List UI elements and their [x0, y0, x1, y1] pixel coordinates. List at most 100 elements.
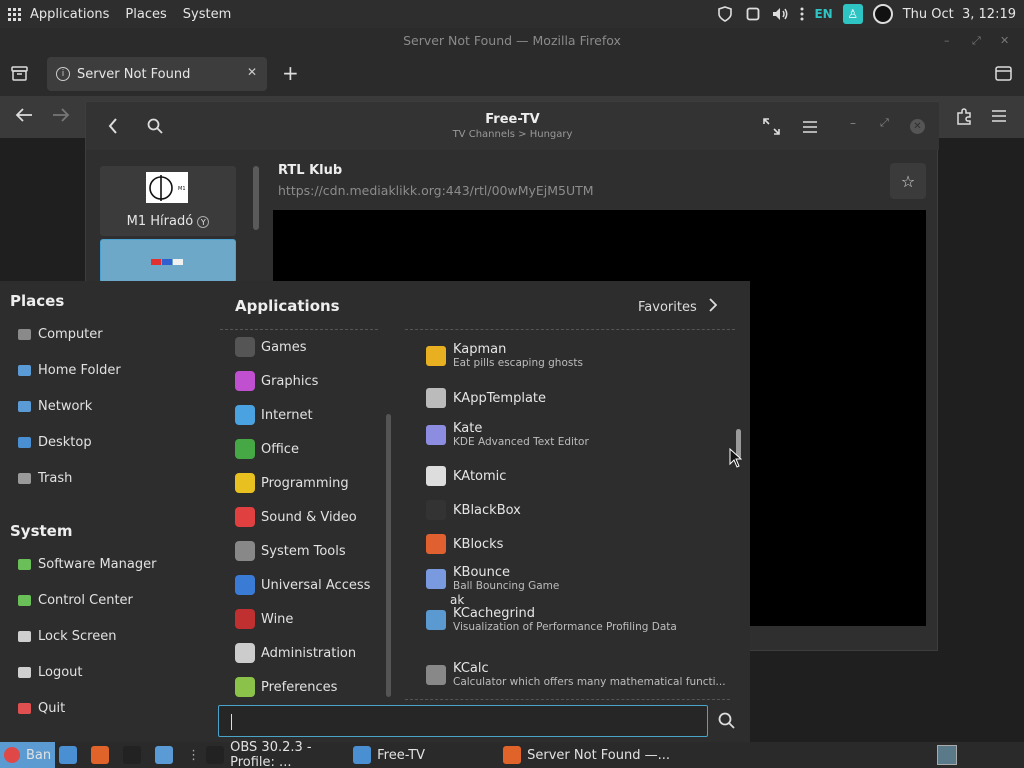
applications-menu[interactable]: Applications: [0, 0, 117, 28]
divider: [405, 699, 730, 700]
accessibility-person-icon[interactable]: ♙: [842, 4, 863, 24]
app-name: KBlocks: [453, 536, 504, 552]
category-sound-video[interactable]: Sound & Video: [235, 505, 357, 529]
category-label: Graphics: [261, 373, 319, 389]
system-heading: System: [10, 522, 73, 540]
app-kbounce[interactable]: KBounce Ball Bouncing Game: [426, 565, 559, 593]
taskbar-show-desktop[interactable]: [55, 742, 87, 768]
app-kblackbox[interactable]: KBlackBox: [426, 500, 521, 520]
taskbar-label: OBS 30.2.3 - Profile: ...: [230, 740, 312, 768]
workspace-switcher-icon[interactable]: [937, 745, 957, 765]
tab-server-not-found[interactable]: i Server Not Found ✕: [47, 57, 267, 91]
taskbar-label: Ban: [26, 747, 52, 763]
obs-tray-icon[interactable]: [872, 4, 893, 24]
shield-icon[interactable]: [716, 5, 734, 23]
clock[interactable]: Thu Oct 3, 12:19: [903, 7, 1016, 22]
more-vertical-icon[interactable]: [800, 5, 804, 23]
app-kate[interactable]: Kate KDE Advanced Text Editor: [426, 421, 589, 449]
window-icon[interactable]: [744, 5, 762, 23]
kapman-icon: [426, 346, 446, 366]
channel-list-scrollbar[interactable]: [253, 166, 259, 230]
close-icon[interactable]: ✕: [1000, 28, 1009, 54]
place-network[interactable]: Network: [18, 395, 92, 417]
quit-icon: [18, 702, 31, 714]
system-software-manager[interactable]: Software Manager: [18, 553, 156, 575]
system-quit[interactable]: Quit: [18, 697, 65, 719]
list-all-tabs-icon[interactable]: [995, 66, 1012, 85]
volume-icon[interactable]: [772, 5, 790, 23]
channel-card-m1[interactable]: M1 M1 Híradó Y: [100, 166, 236, 236]
taskbar-ban[interactable]: Ban: [0, 742, 56, 768]
category-scrollbar[interactable]: [386, 414, 391, 697]
fullscreen-icon[interactable]: [763, 118, 780, 139]
app-kcalc[interactable]: KCalc Calculator which offers many mathem…: [426, 661, 726, 689]
app-kapptemplate[interactable]: KAppTemplate: [426, 388, 546, 408]
taskbar-files[interactable]: [151, 742, 183, 768]
app-kapman[interactable]: Kapman Eat pills escaping ghosts: [426, 342, 583, 370]
taskbar-terminal[interactable]: [119, 742, 151, 768]
hamburger-menu-icon[interactable]: [992, 110, 1006, 126]
category-graphics[interactable]: Graphics: [235, 369, 318, 393]
taskbar-firefox[interactable]: Server Not Found —...: [499, 742, 719, 768]
item-label: Network: [38, 398, 93, 414]
obs-icon: [206, 746, 225, 764]
divider: [405, 329, 735, 330]
freetv-minimize-icon[interactable]: –: [850, 116, 856, 130]
taskbar-ubuntu-software[interactable]: [87, 742, 119, 768]
kcachegrind-icon: [426, 610, 446, 630]
category-wine[interactable]: Wine: [235, 607, 293, 631]
place-desktop[interactable]: Desktop: [18, 431, 92, 453]
favorites-button[interactable]: Favorites: [638, 298, 718, 316]
system-tray: EN ♙ Thu Oct 3, 12:19: [716, 0, 1024, 28]
app-kblocks[interactable]: KBlocks: [426, 534, 503, 554]
category-universal-access[interactable]: Universal Access: [235, 573, 370, 597]
app-search-input[interactable]: [218, 705, 708, 737]
text-caret: [231, 714, 232, 730]
firefox-tabbar: i Server Not Found ✕ +: [0, 54, 1024, 96]
system-menu[interactable]: System: [175, 0, 239, 28]
taskbar-freetv[interactable]: Free-TV: [349, 742, 499, 768]
forward-arrow-icon[interactable]: [52, 107, 70, 127]
category-office[interactable]: Office: [235, 437, 299, 461]
tab-overview-icon[interactable]: [11, 66, 28, 85]
preferences-icon: [235, 677, 255, 697]
category-games[interactable]: Games: [235, 335, 306, 359]
extensions-icon[interactable]: [956, 108, 972, 129]
search-icon[interactable]: [718, 712, 735, 733]
katomic-icon: [426, 466, 446, 486]
star-icon: ☆: [900, 171, 916, 191]
category-system-tools[interactable]: System Tools: [235, 539, 346, 563]
category-internet[interactable]: Internet: [235, 403, 313, 427]
minimize-icon[interactable]: –: [944, 28, 950, 54]
favorite-star-button[interactable]: ☆: [890, 163, 926, 199]
system-control-center[interactable]: Control Center: [18, 589, 133, 611]
app-kcachegrind[interactable]: ak KCachegrind Visualization of Performanc…: [426, 593, 677, 634]
place-home-folder[interactable]: Home Folder: [18, 359, 121, 381]
taskbar-obs[interactable]: ⋮ OBS 30.2.3 - Profile: ...: [183, 740, 349, 768]
back-arrow-icon[interactable]: [15, 107, 33, 127]
ban-icon: [4, 747, 20, 763]
place-trash[interactable]: Trash: [18, 467, 72, 489]
category-administration[interactable]: Administration: [235, 641, 356, 665]
system-logout[interactable]: Logout: [18, 661, 83, 683]
tab-close-icon[interactable]: ✕: [247, 65, 257, 79]
freetv-menu-icon[interactable]: [803, 121, 817, 137]
new-tab-button[interactable]: +: [282, 61, 299, 85]
category-preferences[interactable]: Preferences: [235, 675, 337, 699]
channel-card-rtl[interactable]: [100, 239, 236, 283]
freetv-maximize-icon[interactable]: ⤢: [880, 116, 889, 130]
wine-icon: [235, 609, 255, 629]
maximize-icon[interactable]: ⤢: [972, 28, 981, 54]
app-name: Kapman: [453, 342, 507, 357]
app-katomic[interactable]: KAtomic: [426, 466, 506, 486]
place-computer[interactable]: Computer: [18, 323, 103, 345]
places-menu[interactable]: Places: [117, 0, 174, 28]
app-text: KCalc Calculator which offers many mathem…: [453, 661, 726, 689]
system-lock-screen[interactable]: Lock Screen: [18, 625, 116, 647]
category-programming[interactable]: Programming: [235, 471, 349, 495]
keyboard-layout-indicator[interactable]: EN: [814, 7, 832, 21]
item-label: Quit: [38, 700, 66, 716]
freetv-close-icon[interactable]: ✕: [910, 119, 925, 134]
channel-badge: Y: [197, 215, 210, 228]
divider: [220, 329, 378, 330]
